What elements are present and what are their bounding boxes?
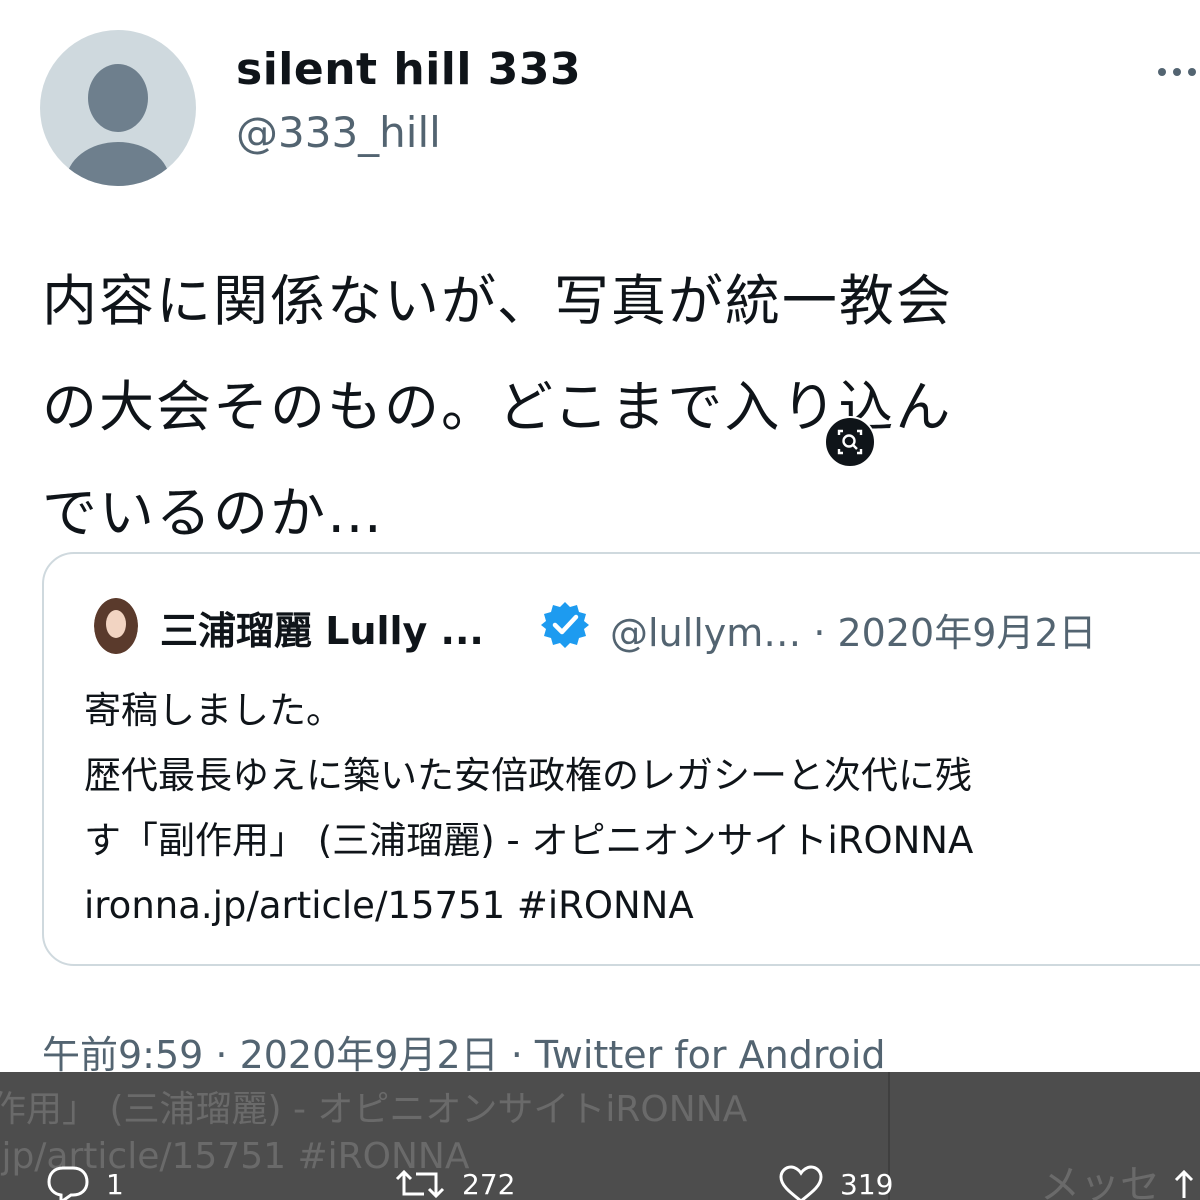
like-count: 319: [840, 1167, 894, 1200]
share-icon[interactable]: [1168, 1168, 1200, 1200]
retweet-icon: [395, 1169, 445, 1199]
reply-button[interactable]: 1: [46, 1164, 124, 1200]
quoted-text-line: す「副作用」 (三浦瑠麗) - オピニオンサイトiRONNA: [84, 819, 974, 862]
ghost-message-label: メッセ: [1040, 1162, 1160, 1200]
zoom-icon[interactable]: [824, 416, 876, 468]
like-button[interactable]: 319: [778, 1164, 893, 1200]
tweet-text-line: 内容に関係ないが、写真が統一教会: [42, 269, 953, 333]
avatar[interactable]: [40, 30, 196, 186]
quoted-avatar[interactable]: [94, 598, 138, 654]
quoted-text-line: 寄稿しました。: [84, 689, 343, 732]
heart-icon: [779, 1165, 823, 1200]
quoted-handle-date: @lullym… · 2020年9月2日: [610, 611, 1097, 655]
quoted-text-line[interactable]: ironna.jp/article/15751 #iRONNA: [84, 873, 1194, 938]
retweet-count: 272: [462, 1167, 516, 1200]
ghost-text-line: 作用」 (三浦瑠麗) - オピニオンサイトiRONNA: [0, 1089, 748, 1130]
display-name[interactable]: silent hill 333: [236, 44, 581, 95]
more-dots-icon[interactable]: [1158, 64, 1200, 80]
tweet-text-line: の大会そのもの。どこまで入り込ん: [42, 375, 953, 439]
tweet-text-line: でいるのか…: [42, 481, 385, 545]
quoted-text-line: 歴代最長ゆえに築いた安倍政権のレガシーと次代に残: [84, 754, 972, 797]
verified-badge-icon: [541, 602, 589, 648]
user-handle[interactable]: @333_hill: [236, 108, 441, 157]
tweet-timestamp-source[interactable]: 午前9:59 · 2020年9月2日 · Twitter for Android: [42, 1024, 886, 1079]
avatar-head-shape: [88, 64, 148, 132]
avatar-body-shape: [66, 142, 170, 186]
quoted-tweet[interactable]: 三浦瑠麗 Lully ... @lullym… · 2020年9月2日 寄稿しま…: [42, 552, 1200, 966]
reply-count: 1: [106, 1167, 124, 1200]
reply-icon: [47, 1166, 89, 1200]
tweet-text: 内容に関係ないが、写真が統一教会 の大会そのもの。どこまで入り込ん でいるのか…: [42, 248, 1172, 566]
action-bar-overlay: 作用」 (三浦瑠麗) - オピニオンサイトiRONNA .jp/article/…: [0, 1072, 1200, 1200]
quoted-text: 寄稿しました。 歴代最長ゆえに築いた安倍政権のレガシーと次代に残 す「副作用」 …: [84, 678, 1194, 938]
quoted-display-name: 三浦瑠麗 Lully ...: [160, 609, 484, 653]
retweet-button[interactable]: 272: [394, 1164, 515, 1200]
